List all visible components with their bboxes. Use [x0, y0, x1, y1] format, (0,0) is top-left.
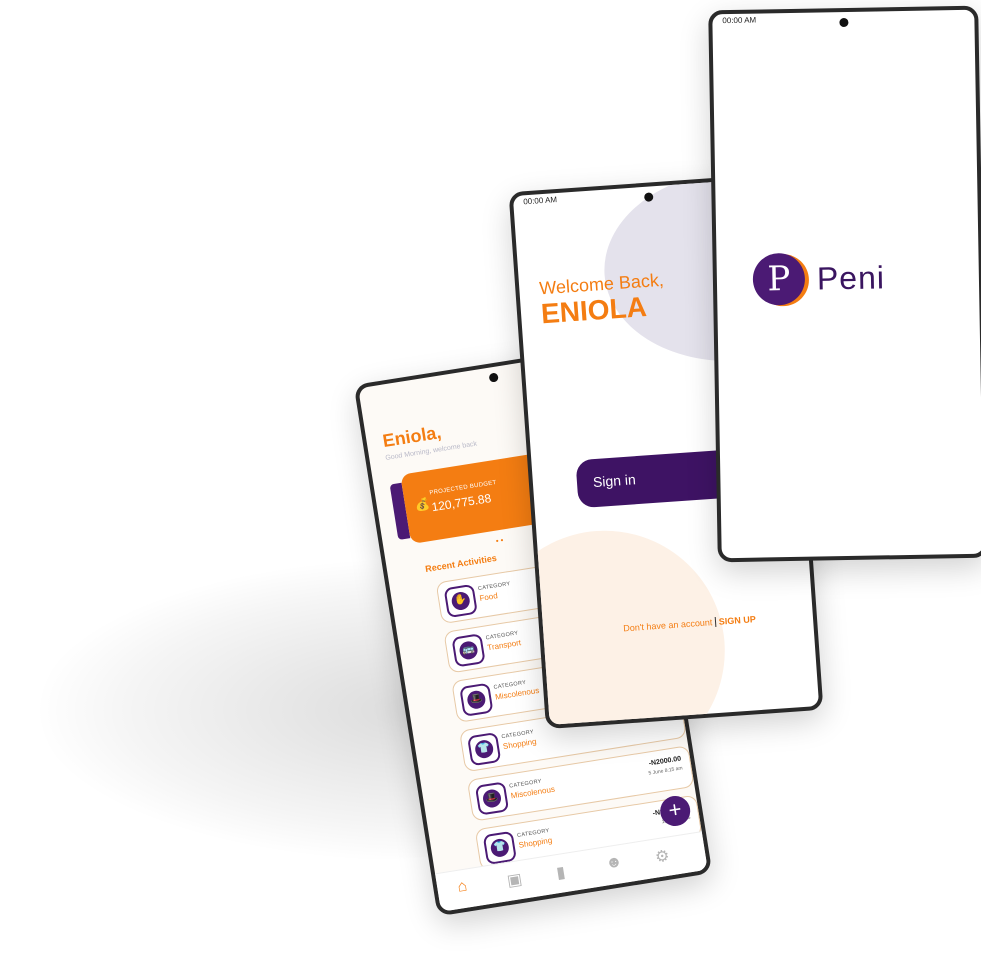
- chart-icon[interactable]: ▮: [555, 862, 567, 883]
- signin-label: Sign in: [592, 471, 637, 491]
- camera-icon: [488, 372, 499, 383]
- wallet-icon[interactable]: ▣: [506, 869, 524, 891]
- brand-name: Peni: [816, 259, 886, 297]
- signup-link[interactable]: SIGN UP: [714, 614, 757, 627]
- phone-splash-screen: 00:00 AM P Peni: [708, 5, 981, 563]
- users-icon[interactable]: ☻: [604, 853, 623, 873]
- home-icon[interactable]: ⌂: [456, 878, 468, 897]
- status-time: 00:00 AM: [722, 15, 757, 26]
- recent-activities-title: Recent Activities: [424, 552, 498, 575]
- carousel-dots: ••: [495, 535, 507, 546]
- mockup-scene: Eniola, Good Morning, welcome back 💰 PRO…: [0, 0, 981, 977]
- peni-logo-icon: P: [752, 252, 806, 306]
- gear-icon[interactable]: ⚙: [654, 846, 671, 868]
- money-bag-icon: 💰: [414, 496, 432, 513]
- food-icon: ✋: [443, 583, 478, 619]
- camera-icon: [839, 17, 849, 28]
- category-name: Food: [478, 591, 499, 603]
- shirt-icon: 👕: [482, 830, 517, 866]
- logo-letter: P: [767, 259, 791, 300]
- shirt-icon: 👕: [467, 731, 502, 767]
- category-label: CATEGORY: [477, 581, 511, 593]
- status-time: 00:00 AM: [522, 195, 558, 207]
- misc-icon: 🎩: [474, 781, 510, 816]
- transport-icon: 🚌: [451, 633, 486, 668]
- activity-date: 5 June 8:15 am: [648, 765, 684, 777]
- misc-icon: 🎩: [459, 682, 494, 717]
